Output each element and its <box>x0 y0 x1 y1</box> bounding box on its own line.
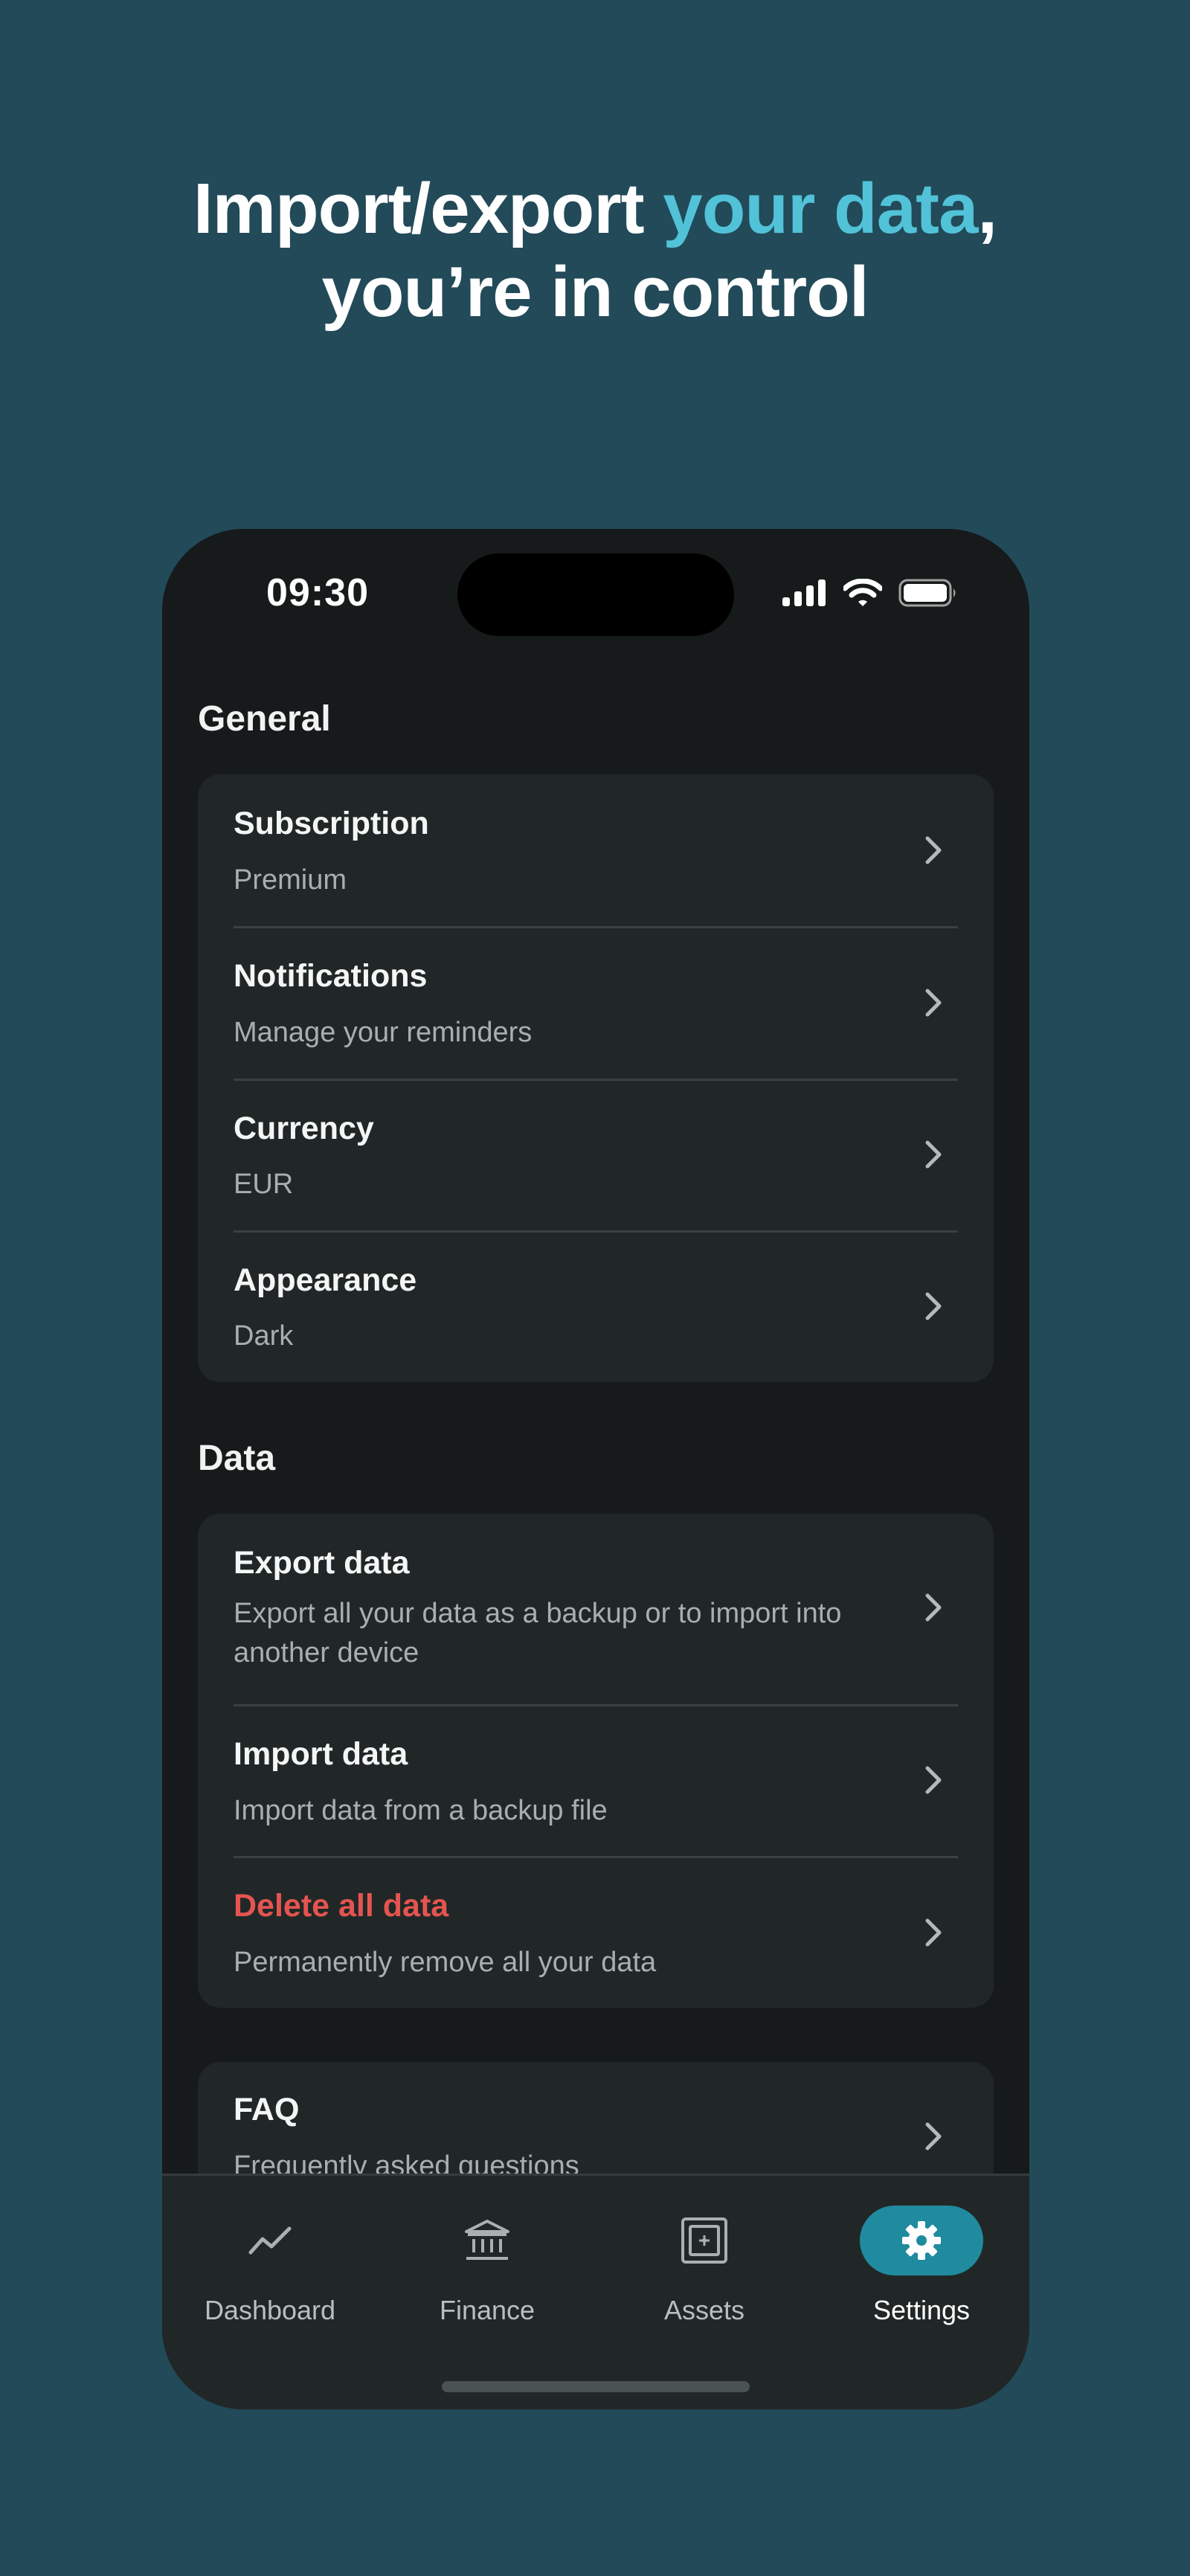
tab-label: Finance <box>439 2295 536 2325</box>
tab-icon-container-active <box>860 2206 983 2275</box>
gear-icon <box>902 2221 941 2260</box>
tab-label: Assets <box>663 2295 745 2325</box>
row-title: Appearance <box>234 1262 417 1298</box>
headline-text: Import/export <box>193 169 663 248</box>
signal-icon <box>782 579 826 606</box>
row-divider <box>234 926 958 928</box>
data-card: Export data Export all your data as a ba… <box>198 1514 994 2008</box>
tab-icon-container <box>425 2206 549 2275</box>
row-subtitle: Permanently remove all your data <box>234 1947 657 1978</box>
settings-row-faq[interactable]: FAQ Frequently asked questions <box>198 2062 994 2174</box>
row-title: Import data <box>234 1736 408 1772</box>
headline-line-2: you’re in control <box>321 252 869 332</box>
row-subtitle: EUR <box>234 1169 294 1200</box>
row-title: Subscription <box>234 806 429 841</box>
section-title-general: General <box>198 699 331 739</box>
row-divider <box>234 1230 958 1233</box>
row-title: Notifications <box>234 958 428 994</box>
tab-finance[interactable]: Finance <box>394 2206 580 2347</box>
chevron-right-icon <box>925 989 942 1017</box>
tab-label: Dashboard <box>204 2295 336 2325</box>
tab-settings[interactable]: Settings <box>829 2206 1014 2347</box>
row-title: FAQ <box>234 2092 300 2127</box>
tab-label-active: Settings <box>872 2295 971 2325</box>
headline-comma: , <box>977 169 997 248</box>
row-subtitle: Premium <box>234 864 347 896</box>
row-title-danger: Delete all data <box>234 1888 449 1924</box>
settings-scroll-area[interactable]: 09:30 General Subscription Premium Notif… <box>162 529 1029 2174</box>
row-subtitle: Import data from a backup file <box>234 1795 608 1826</box>
home-indicator[interactable] <box>442 2381 750 2392</box>
row-divider <box>234 1079 958 1081</box>
chevron-right-icon <box>925 1292 942 1320</box>
marketing-headline: Import/export your data, you’re in contr… <box>0 167 1190 334</box>
safe-icon <box>681 2217 727 2264</box>
settings-row-notifications[interactable]: Notifications Manage your reminders <box>198 926 994 1079</box>
battery-icon <box>898 579 956 607</box>
row-title: Export data <box>234 1545 410 1581</box>
chevron-right-icon <box>925 1140 942 1169</box>
settings-row-subscription[interactable]: Subscription Premium <box>198 774 994 926</box>
chevron-right-icon <box>925 1766 942 1794</box>
chevron-right-icon <box>925 1593 942 1622</box>
settings-row-currency[interactable]: Currency EUR <box>198 1079 994 1230</box>
section-title-data: Data <box>198 1439 276 1478</box>
row-subtitle: Export all your data as a backup or to i… <box>234 1598 842 1668</box>
row-divider <box>234 1704 958 1706</box>
chevron-right-icon <box>925 1918 942 1947</box>
headline-line-1: Import/export your data, <box>0 167 1190 251</box>
row-subtitle: Dark <box>234 1320 294 1352</box>
row-subtitle: Manage your reminders <box>234 1017 533 1048</box>
chevron-right-icon <box>925 2122 942 2151</box>
settings-row-appearance[interactable]: Appearance Dark <box>198 1230 994 1382</box>
chevron-right-icon <box>925 836 942 864</box>
row-title: Currency <box>234 1111 374 1146</box>
phone-frame: 09:30 General Subscription Premium Notif… <box>162 529 1029 2409</box>
tab-icon-container <box>208 2206 332 2275</box>
wifi-icon <box>843 579 882 606</box>
tab-icon-container <box>643 2206 766 2275</box>
settings-row-delete-all-data[interactable]: Delete all data Permanently remove all y… <box>198 1856 994 2008</box>
row-subtitle: Frequently asked questions <box>234 2151 579 2174</box>
help-card: FAQ Frequently asked questions <box>198 2062 994 2174</box>
tab-assets[interactable]: Assets <box>611 2206 797 2347</box>
trend-line-icon <box>248 2226 292 2255</box>
dynamic-island <box>457 553 734 636</box>
general-card: Subscription Premium Notifications Manag… <box>198 774 994 1382</box>
row-divider <box>234 1856 958 1858</box>
status-icons <box>782 576 958 609</box>
tab-bar: Dashboard Finance Assets Settings <box>162 2174 1029 2409</box>
headline-highlight: your data <box>663 169 978 248</box>
status-time: 09:30 <box>266 571 369 614</box>
settings-row-import-data[interactable]: Import data Import data from a backup fi… <box>198 1704 994 1856</box>
tab-dashboard[interactable]: Dashboard <box>177 2206 363 2347</box>
settings-row-export-data[interactable]: Export data Export all your data as a ba… <box>198 1514 994 1704</box>
bank-icon <box>465 2220 509 2260</box>
